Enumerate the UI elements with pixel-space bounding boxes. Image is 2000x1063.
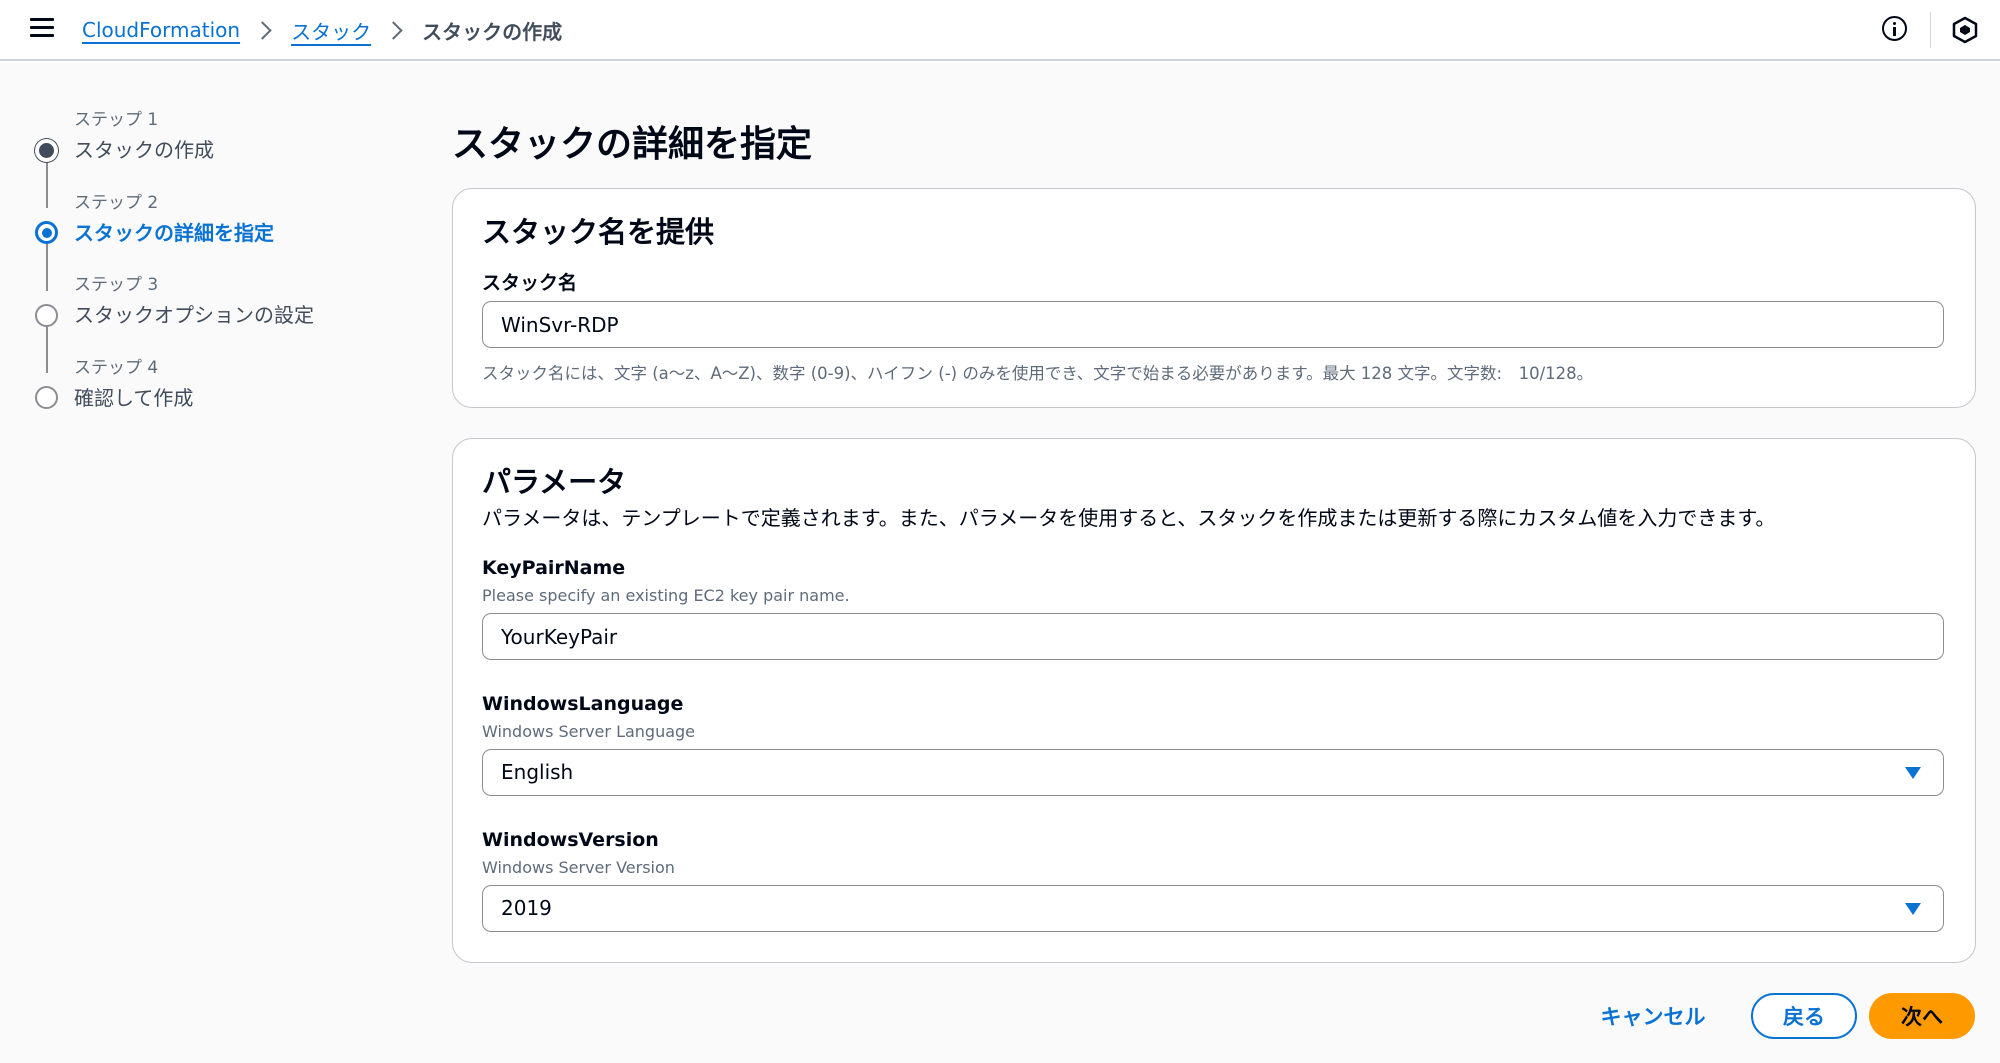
windowslanguage-label: WindowsLanguage <box>482 693 684 715</box>
cancel-button[interactable]: キャンセル <box>1584 993 1722 1039</box>
chevron-right-icon <box>384 20 403 40</box>
step-2-number: ステップ 2 <box>74 193 159 213</box>
step-3-number: ステップ 3 <box>74 275 159 295</box>
breadcrumb-cloudformation[interactable]: CloudFormation <box>82 18 240 42</box>
breadcrumb: CloudFormation スタック スタックの作成 <box>82 14 562 46</box>
chevron-right-icon <box>253 20 272 40</box>
parameters-description: パラメータは、テンプレートで定義されます。また、パラメータを使用すると、スタック… <box>482 506 1776 530</box>
step-4-pending-icon <box>35 386 58 409</box>
hexagon-icon[interactable] <box>1952 16 1978 44</box>
windowslanguage-value: English <box>501 760 574 784</box>
caret-down-icon <box>1905 903 1921 915</box>
stack-name-card: スタック名を提供 スタック名 スタック名には、文字 (a〜z、A〜Z)、数字 (… <box>452 188 1976 408</box>
breadcrumb-stacks[interactable]: スタック <box>291 16 371 45</box>
step-3-pending-icon <box>35 304 58 327</box>
keypairname-description: Please specify an existing EC2 key pair … <box>482 586 850 605</box>
windowsversion-value: 2019 <box>501 896 552 920</box>
windowsversion-description: Windows Server Version <box>482 858 675 877</box>
hamburger-menu-icon[interactable] <box>30 18 54 38</box>
windowsversion-select[interactable]: 2019 <box>482 885 1944 932</box>
parameters-card: パラメータ パラメータは、テンプレートで定義されます。また、パラメータを使用する… <box>452 438 1976 963</box>
toolbar-divider <box>1930 12 1931 48</box>
parameters-heading: パラメータ <box>482 465 627 499</box>
breadcrumb-current: スタックの作成 <box>422 19 563 44</box>
stack-name-constraint: スタック名には、文字 (a〜z、A〜Z)、数字 (0-9)、ハイフン (-) の… <box>482 364 1594 383</box>
step-2-current-icon <box>35 221 58 244</box>
caret-down-icon <box>1905 767 1921 779</box>
wizard-steps: ステップ 1 スタックの作成 ステップ 2 スタックの詳細を指定 ステップ 3 … <box>0 63 440 463</box>
back-button[interactable]: 戻る <box>1751 993 1857 1039</box>
keypairname-label: KeyPairName <box>482 557 626 579</box>
step-3-link[interactable]: スタックオプションの設定 <box>74 299 314 328</box>
windowslanguage-description: Windows Server Language <box>482 722 696 741</box>
keypairname-input[interactable] <box>482 613 1944 660</box>
stack-name-label: スタック名 <box>482 272 578 294</box>
windowslanguage-select[interactable]: English <box>482 749 1944 796</box>
stack-name-heading: スタック名を提供 <box>482 215 715 249</box>
windowsversion-label: WindowsVersion <box>482 829 659 851</box>
info-icon[interactable] <box>1882 16 1907 41</box>
step-1-completed-icon <box>35 139 58 162</box>
main-content: ステップ 1 スタックの作成 ステップ 2 スタックの詳細を指定 ステップ 3 … <box>0 63 2000 1063</box>
step-2-link: スタックの詳細を指定 <box>74 221 274 245</box>
step-1-link[interactable]: スタックの作成 <box>74 134 214 163</box>
step-4-link[interactable]: 確認して作成 <box>74 382 193 411</box>
page-title: スタックの詳細を指定 <box>452 124 813 165</box>
top-navigation-bar: CloudFormation スタック スタックの作成 <box>0 0 2000 61</box>
step-1-number: ステップ 1 <box>74 110 159 130</box>
step-4-number: ステップ 4 <box>74 358 159 378</box>
next-button[interactable]: 次へ <box>1869 993 1975 1039</box>
stack-name-input[interactable] <box>482 301 1944 348</box>
